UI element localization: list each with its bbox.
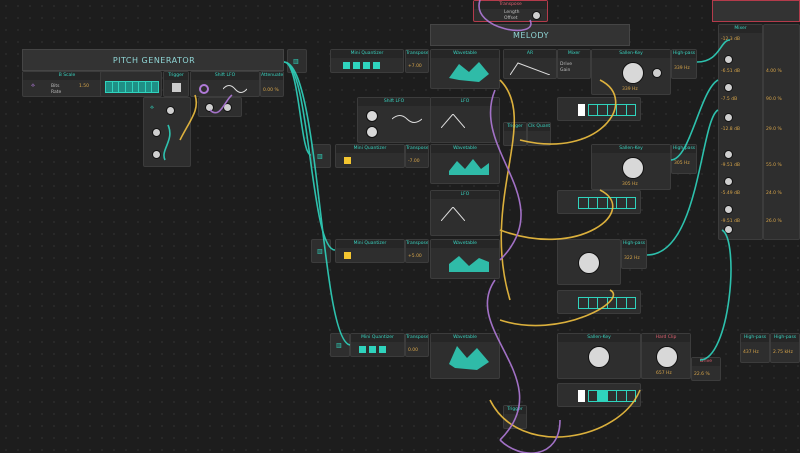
patch-canvas[interactable]: PITCH GENERATOR MELODY B Scale ⟡ Bits Ra… (0, 0, 800, 453)
cable-layer (163, 0, 732, 453)
